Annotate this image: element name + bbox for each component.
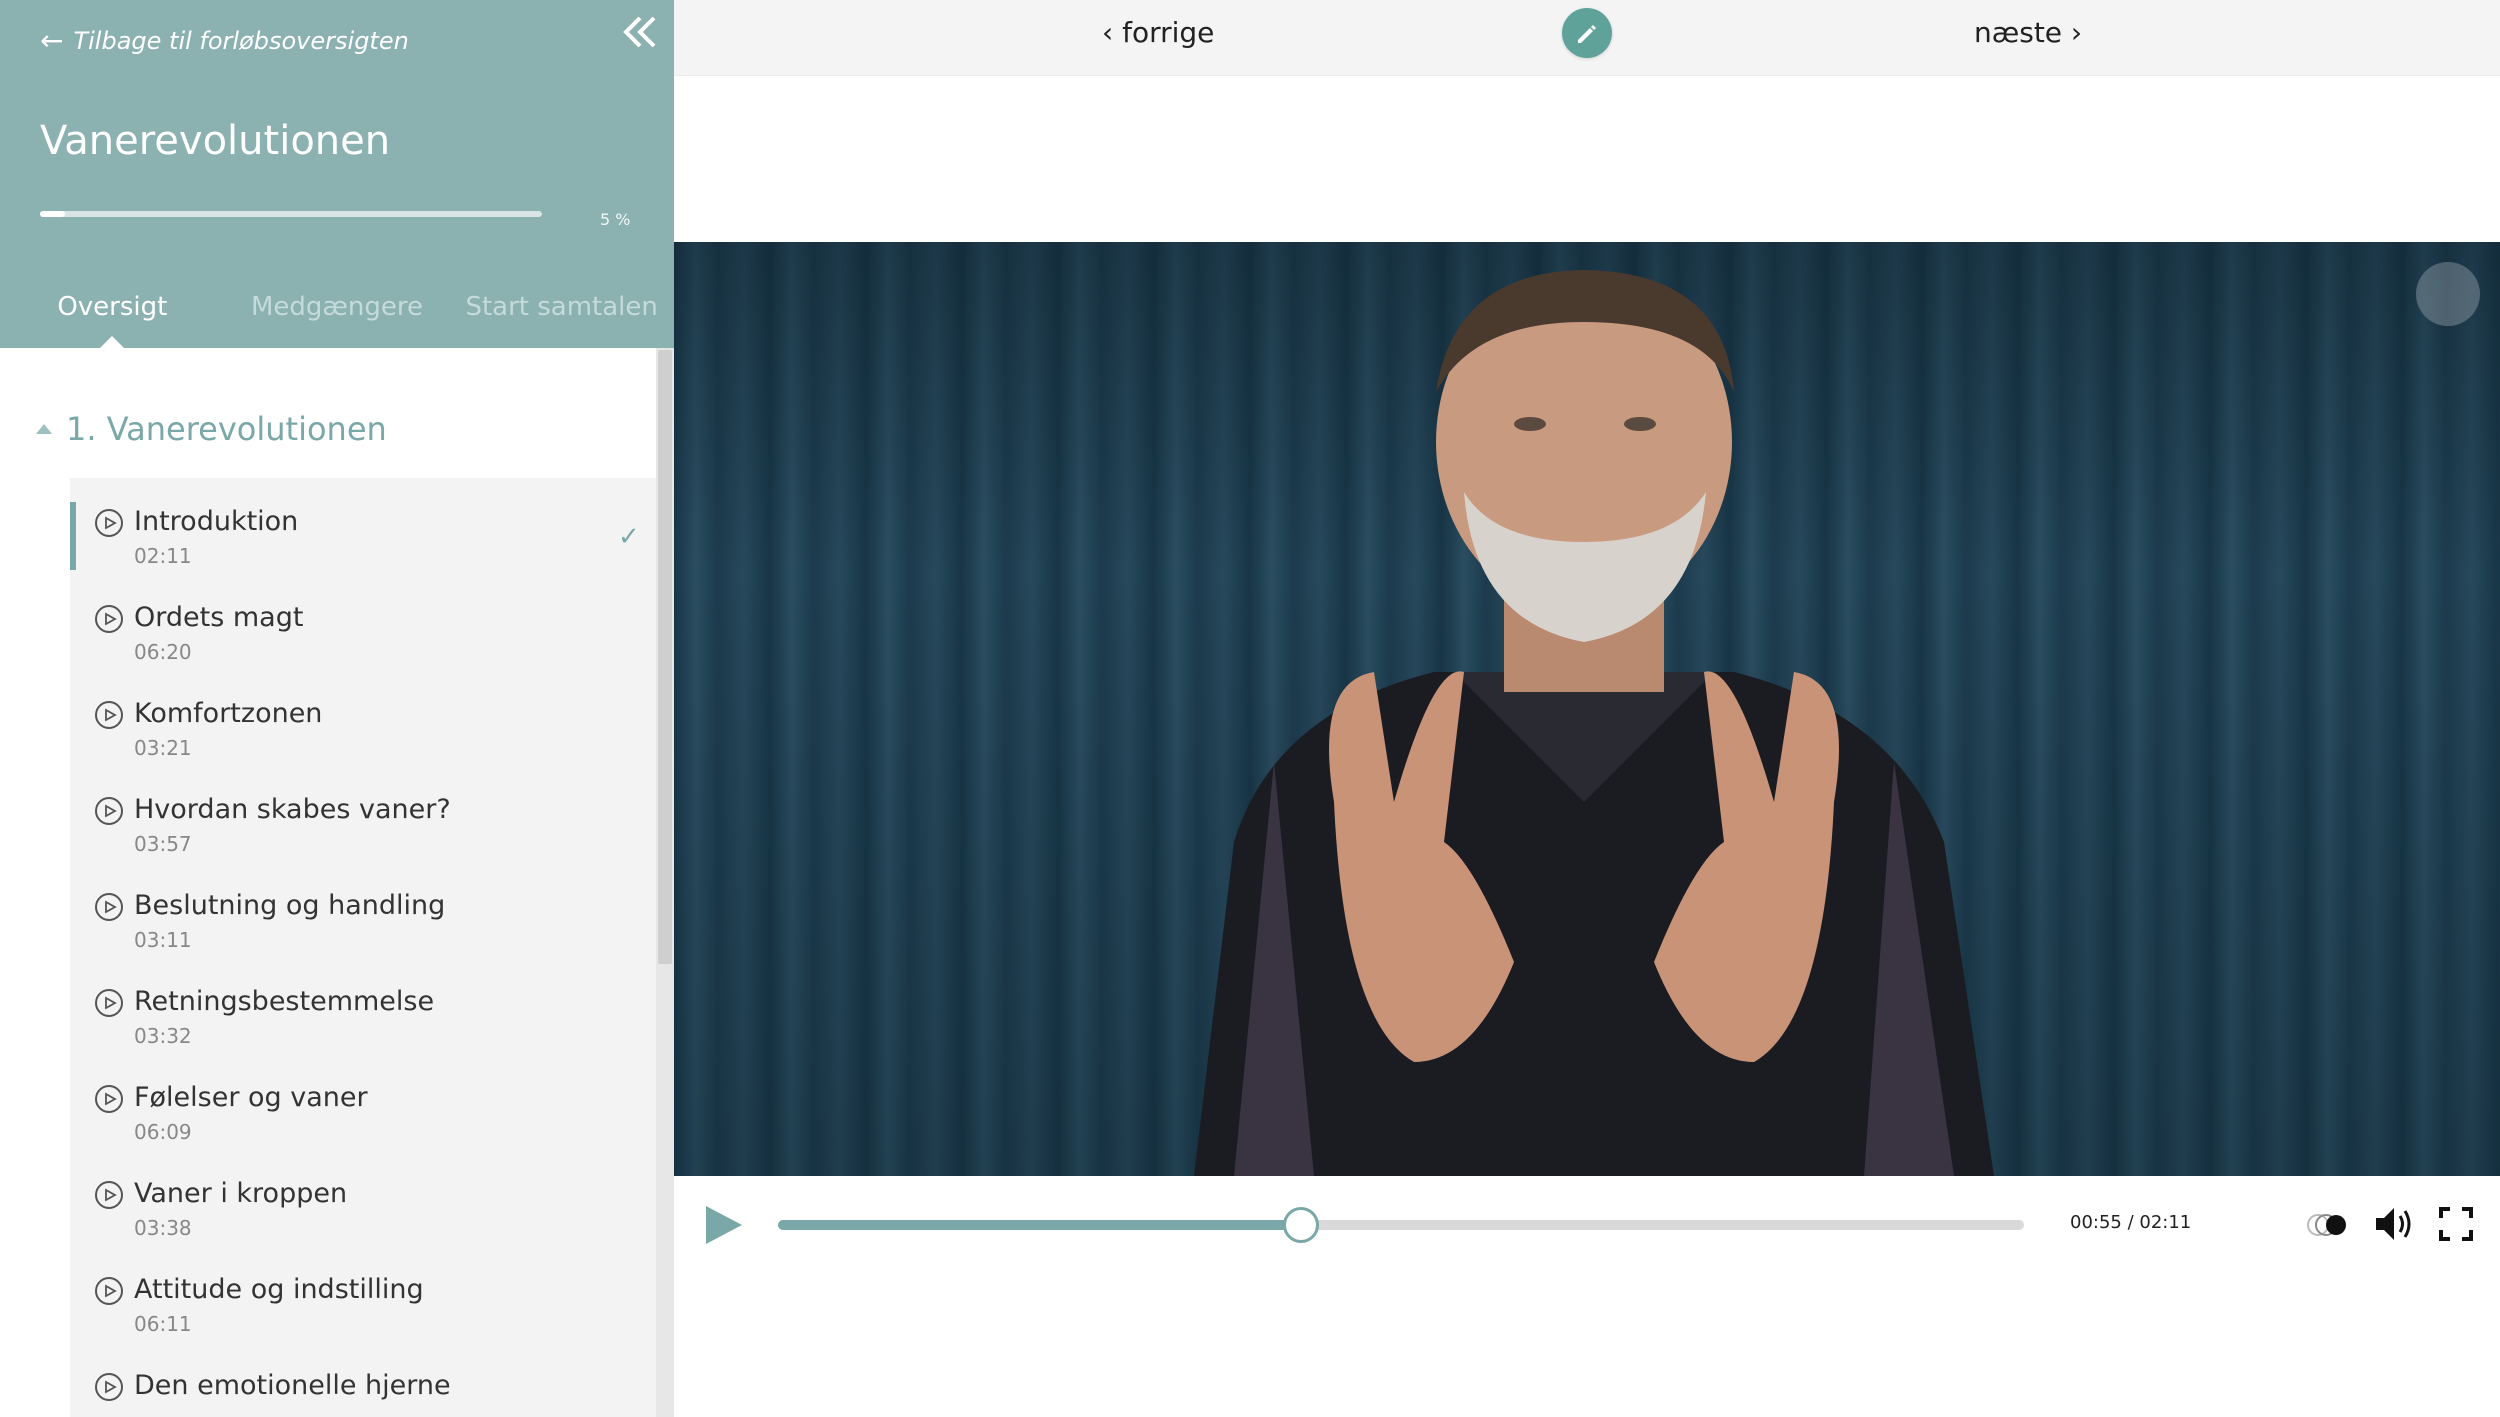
- lesson-title: Ordets magt: [134, 602, 304, 633]
- play-icon: [706, 1206, 742, 1244]
- lesson-item[interactable]: Komfortzonen 03:21: [70, 670, 656, 766]
- lesson-duration: 06:09: [134, 1120, 192, 1144]
- lesson-list: Introduktion 02:11 ✓ Ordets magt 06:20 K…: [70, 478, 656, 1417]
- sidebar-tabs: Oversigt Medgængere Start samtalen: [0, 286, 674, 348]
- pencil-icon: [1578, 25, 1596, 43]
- caret-up-icon: [36, 424, 52, 434]
- playback-speed-button[interactable]: [2306, 1210, 2352, 1240]
- lesson-item[interactable]: Introduktion 02:11 ✓: [70, 478, 656, 574]
- sidebar-scrollbar[interactable]: [656, 348, 674, 1417]
- course-progress-label: 5 %: [600, 210, 631, 229]
- lesson-duration: 06:11: [134, 1312, 192, 1336]
- volume-icon: [2376, 1208, 2411, 1240]
- play-circle-icon: [95, 989, 123, 1017]
- lesson-item[interactable]: Følelser og vaner 06:09: [70, 1054, 656, 1150]
- video-frame[interactable]: [674, 242, 2500, 1176]
- course-title: Vanerevolutionen: [40, 118, 391, 164]
- lesson-duration: 06:20: [134, 640, 192, 664]
- play-circle-icon: [95, 893, 123, 921]
- next-lesson-link[interactable]: næste ›: [1974, 16, 2082, 49]
- previous-lesson-link[interactable]: ‹ forrige: [1102, 16, 1214, 49]
- play-circle-icon: [95, 605, 123, 633]
- time-display: 00:55 / 02:11: [2070, 1212, 2192, 1233]
- sidebar-header: ← Tilbage til forløbsoversigten Vanerevo…: [0, 0, 674, 348]
- lesson-title: Introduktion: [134, 506, 299, 537]
- course-sidebar: ← Tilbage til forløbsoversigten Vanerevo…: [0, 0, 674, 1417]
- presenter-image: [1194, 270, 1994, 1176]
- play-circle-icon: [95, 797, 123, 825]
- volume-button[interactable]: [2374, 1204, 2418, 1244]
- lesson-duration: 03:32: [134, 1024, 192, 1048]
- tab-start-samtalen[interactable]: Start samtalen: [449, 286, 674, 348]
- notes-button[interactable]: [1562, 8, 1612, 58]
- lesson-title: Retningsbestemmelse: [134, 986, 435, 1017]
- play-circle-icon: [95, 1373, 123, 1401]
- lesson-item[interactable]: Hvordan skabes vaner? 03:57: [70, 766, 656, 862]
- play-button[interactable]: [704, 1204, 744, 1246]
- lesson-duration: 03:57: [134, 832, 192, 856]
- arrow-left-icon: ←: [40, 24, 64, 57]
- lesson-item[interactable]: Den emotionelle hjerne: [70, 1342, 656, 1417]
- play-circle-icon: [95, 1181, 123, 1209]
- section-header[interactable]: 1. Vanerevolutionen: [36, 410, 387, 448]
- back-link-label: Tilbage til forløbsoversigten: [73, 26, 409, 55]
- tab-oversigt[interactable]: Oversigt: [0, 286, 225, 348]
- play-circle-icon: [95, 1277, 123, 1305]
- lesson-title: Attitude og indstilling: [134, 1274, 424, 1305]
- check-icon: ✓: [618, 522, 640, 552]
- play-circle-icon: [95, 509, 123, 537]
- seek-bar-played: [778, 1220, 1302, 1230]
- lesson-item[interactable]: Ordets magt 06:20: [70, 574, 656, 670]
- speed-icon: [2307, 1214, 2346, 1236]
- video-controls: 00:55 / 02:11: [674, 1176, 2500, 1272]
- lesson-item[interactable]: Vaner i kroppen 03:38: [70, 1150, 656, 1246]
- lesson-nav-bar: ‹ forrige næste ›: [674, 0, 2500, 76]
- lesson-title: Følelser og vaner: [134, 1082, 368, 1113]
- fullscreen-button[interactable]: [2438, 1206, 2474, 1242]
- lesson-duration: 02:11: [134, 544, 192, 568]
- play-circle-icon: [95, 1085, 123, 1113]
- lesson-duration: 03:38: [134, 1216, 192, 1240]
- lesson-title: Beslutning og handling: [134, 890, 446, 921]
- back-to-overview-link[interactable]: ← Tilbage til forløbsoversigten: [40, 24, 409, 57]
- course-progress-bar: [40, 211, 542, 217]
- lesson-title: Den emotionelle hjerne: [134, 1370, 451, 1401]
- section-title: 1. Vanerevolutionen: [66, 410, 387, 448]
- seek-handle[interactable]: [1283, 1207, 1320, 1243]
- lesson-title: Hvordan skabes vaner?: [134, 794, 451, 825]
- course-progress-fill: [40, 211, 66, 217]
- lesson-item[interactable]: Retningsbestemmelse 03:32: [70, 958, 656, 1054]
- double-chevron-left-icon: [623, 16, 656, 48]
- fullscreen-icon: [2439, 1207, 2473, 1241]
- lesson-item[interactable]: Attitude og indstilling 06:11: [70, 1246, 656, 1342]
- lesson-duration: 03:21: [134, 736, 192, 760]
- watermark-logo: [2416, 262, 2480, 326]
- lesson-duration: 03:11: [134, 928, 192, 952]
- collapse-sidebar-button[interactable]: [618, 12, 662, 56]
- sidebar-scrollbar-thumb[interactable]: [658, 350, 672, 964]
- lesson-item[interactable]: Beslutning og handling 03:11: [70, 862, 656, 958]
- lesson-overview: 1. Vanerevolutionen Introduktion 02:11 ✓…: [0, 348, 656, 1417]
- play-circle-icon: [95, 701, 123, 729]
- lesson-title: Vaner i kroppen: [134, 1178, 348, 1209]
- tab-medgaengere[interactable]: Medgængere: [225, 286, 450, 348]
- lesson-title: Komfortzonen: [134, 698, 323, 729]
- seek-bar[interactable]: [778, 1207, 2024, 1243]
